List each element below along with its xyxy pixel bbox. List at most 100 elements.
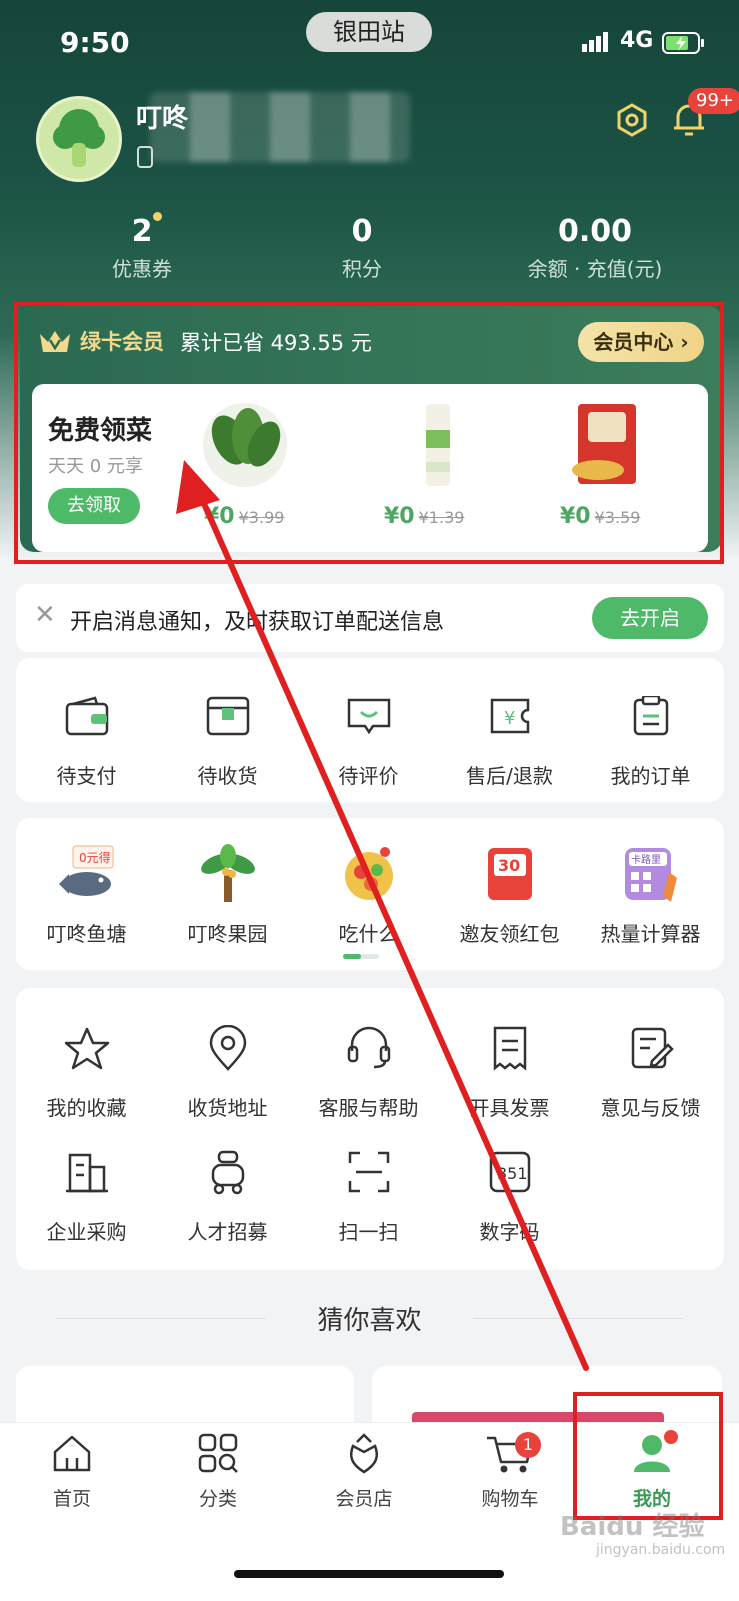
cart-count-badge: 1 — [515, 1432, 541, 1458]
service-digital-code[interactable]: 351 数字码 — [439, 1142, 580, 1245]
scan-icon — [348, 1151, 389, 1193]
notification-prompt-text: 开启消息通知，及时获取订单配送信息 — [70, 610, 445, 635]
tab-label: 分类 — [198, 1488, 237, 1510]
feedback-icon — [631, 1027, 674, 1069]
service-label: 开具发票 — [469, 1096, 550, 1120]
order-all[interactable]: 我的订单 — [580, 686, 721, 789]
enable-notification-button[interactable]: 去开启 — [592, 597, 708, 639]
red-packet-tag: 30 — [498, 856, 520, 875]
tab-cart[interactable]: 购物车 — [450, 1432, 570, 1511]
service-label: 数字码 — [479, 1220, 540, 1244]
refund-icon: ¥ — [490, 698, 529, 734]
member-store-icon — [349, 1433, 379, 1474]
watermark-url: jingyan.baidu.com — [596, 1542, 726, 1558]
service-enterprise[interactable]: 企业采购 — [16, 1142, 157, 1245]
phone-icon — [137, 146, 153, 168]
points-stat[interactable]: 0 积分 — [282, 214, 442, 282]
avatar[interactable] — [36, 96, 122, 182]
coupon-label: 优惠券 — [112, 257, 172, 281]
recruit-icon — [211, 1150, 244, 1195]
tab-member-store[interactable]: 会员店 — [304, 1432, 424, 1511]
service-label: 收货地址 — [187, 1096, 268, 1120]
feature-label: 叮咚果园 — [187, 922, 268, 946]
service-scan[interactable]: 扫一扫 — [298, 1142, 439, 1245]
service-invoice[interactable]: 开具发票 — [439, 1018, 580, 1121]
fish-pond-tag: 0元得 — [79, 850, 111, 865]
invoice-icon — [493, 1026, 526, 1071]
home-indicator — [234, 1570, 504, 1578]
service-favorites[interactable]: 我的收藏 — [16, 1018, 157, 1121]
service-label: 企业采购 — [46, 1220, 127, 1244]
tab-home[interactable]: 首页 — [12, 1432, 132, 1511]
star-icon — [64, 1027, 109, 1070]
order-pending-review[interactable]: 待评价 — [298, 686, 439, 789]
service-address[interactable]: 收货地址 — [157, 1018, 298, 1121]
settings-icon[interactable] — [614, 102, 650, 138]
annotation-highlight-box — [573, 1392, 723, 1520]
building-icon — [65, 1153, 108, 1193]
balance-label: 余额 · 充值(元) — [527, 257, 663, 281]
order-list-icon — [633, 696, 668, 736]
balance-stat[interactable]: 0.00 余额 · 充值(元) — [500, 214, 690, 282]
service-label: 客服与帮助 — [318, 1096, 419, 1120]
feature-scroll-indicator-fill — [343, 954, 361, 959]
orchard-icon — [200, 844, 255, 902]
tab-label: 首页 — [52, 1488, 91, 1510]
red-packet-icon: 30 — [487, 848, 532, 900]
location-pin-icon — [209, 1025, 246, 1071]
balance-amount: 0.00 — [557, 214, 633, 249]
what-to-eat-icon — [344, 847, 393, 900]
coupon-stat[interactable]: 2 优惠券 — [62, 214, 222, 282]
coupon-new-dot — [153, 212, 162, 221]
feature-label: 热量计算器 — [600, 922, 701, 946]
service-feedback[interactable]: 意见与反馈 — [580, 1018, 721, 1121]
fish-pond-icon: 0元得 — [58, 845, 113, 896]
recommendation-heading: 猜你喜欢 — [317, 1306, 422, 1336]
category-icon — [198, 1433, 238, 1473]
order-label: 待评价 — [338, 764, 399, 788]
feature-invite-red-packet[interactable]: 30 邀友领红包 — [439, 844, 580, 947]
feature-label: 叮咚鱼塘 — [46, 922, 127, 946]
annotation-highlight-box — [14, 302, 724, 564]
points-label: 积分 — [342, 257, 382, 281]
station-pill[interactable]: 银田站 — [306, 12, 432, 52]
order-refund[interactable]: ¥ 售后/退款 — [439, 686, 580, 789]
service-support[interactable]: 客服与帮助 — [298, 1018, 439, 1121]
tab-label: 会员店 — [335, 1488, 393, 1510]
order-label: 待支付 — [56, 764, 117, 788]
order-pending-payment[interactable]: 待支付 — [16, 686, 157, 789]
feature-calorie-calculator[interactable]: 卡路里 热量计算器 — [580, 844, 721, 947]
status-time: 9:50 — [60, 26, 130, 59]
feature-what-to-eat[interactable]: 吃什么 — [298, 844, 439, 947]
feature-label: 邀友领红包 — [459, 922, 560, 946]
order-label: 待收货 — [197, 764, 258, 788]
close-icon[interactable]: ✕ — [34, 600, 56, 630]
services-row-1: 我的收藏 收货地址 客服与帮助 开具发票 意见与反馈 — [16, 1018, 724, 1121]
services-row-2: 企业采购 人才招募 扫一扫 351 数字码 — [16, 1142, 724, 1245]
feature-fish-pond[interactable]: 0元得 叮咚鱼塘 — [16, 844, 157, 947]
points-count: 0 — [351, 214, 373, 249]
home-icon — [53, 1435, 91, 1472]
calorie-calculator-icon: 卡路里 — [624, 848, 677, 902]
orders-row: 待支付 待收货 待评价 ¥ 售后/退款 我的订单 — [16, 686, 724, 789]
privacy-mosaic — [150, 92, 410, 162]
digital-code-icon: 351 — [489, 1151, 530, 1193]
feature-orchard[interactable]: 叮咚果园 — [157, 844, 298, 947]
coupon-count: 2 — [131, 214, 153, 249]
svg-text:¥: ¥ — [504, 708, 515, 729]
network-label: 4G — [620, 28, 654, 53]
broccoli-avatar-icon — [53, 109, 105, 167]
order-pending-receipt[interactable]: 待收货 — [157, 686, 298, 789]
service-label: 扫一扫 — [338, 1220, 399, 1244]
headset-icon — [347, 1026, 390, 1069]
service-label: 意见与反馈 — [600, 1096, 701, 1120]
tab-category[interactable]: 分类 — [158, 1432, 278, 1511]
package-icon — [206, 696, 249, 736]
service-label: 我的收藏 — [46, 1096, 127, 1120]
service-recruit[interactable]: 人才招募 — [157, 1142, 298, 1245]
features-row: 0元得 叮咚鱼塘 叮咚果园 吃什么 30 邀友领红包 卡路里 热量计算器 — [16, 844, 724, 947]
review-icon — [347, 698, 390, 735]
watermark: Baidu 经验 — [560, 1512, 705, 1542]
order-label: 我的订单 — [610, 764, 691, 788]
battery-icon — [662, 32, 704, 54]
